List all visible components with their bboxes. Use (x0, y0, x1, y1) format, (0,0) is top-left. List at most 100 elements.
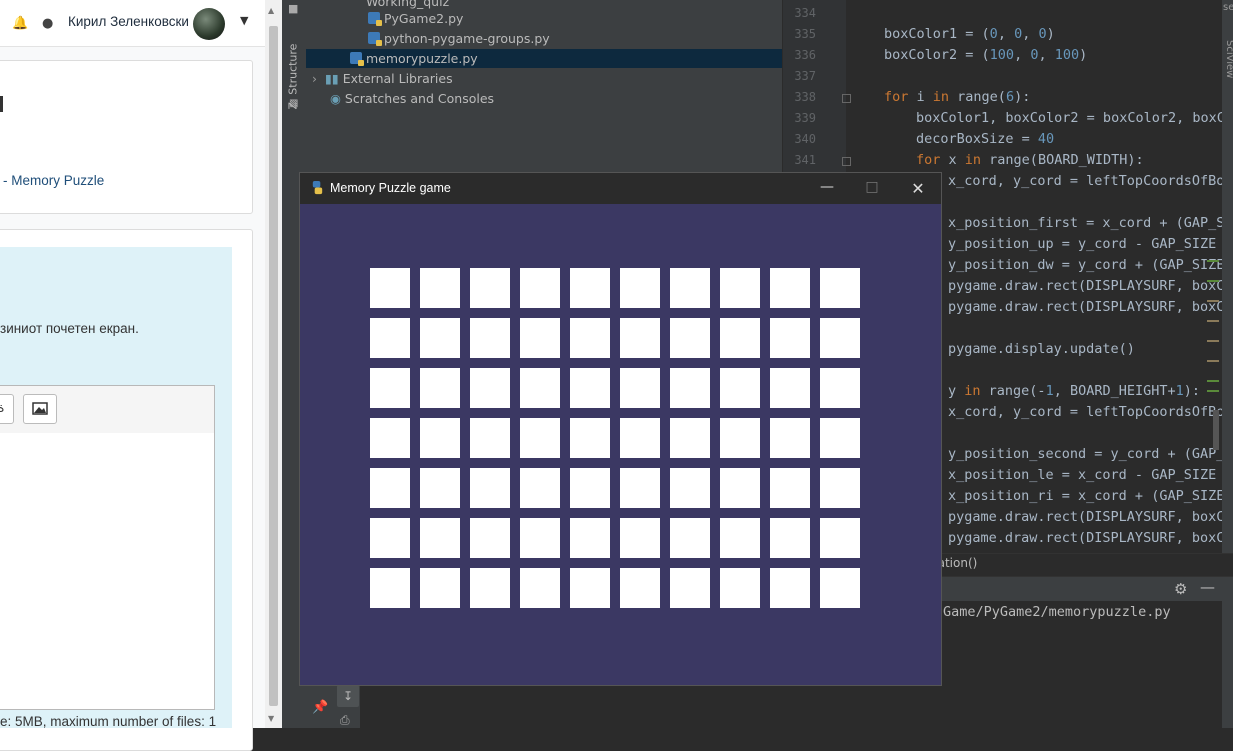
fold-marker-icon[interactable] (842, 94, 851, 103)
browser-scroll-thumb[interactable] (269, 26, 278, 706)
scroll-down-icon[interactable]: ▼ (268, 714, 274, 723)
memory-box[interactable] (420, 368, 460, 408)
scroll-to-end-icon[interactable]: ↧ (337, 685, 359, 707)
memory-box[interactable] (470, 268, 510, 308)
close-icon[interactable]: ✕ (908, 179, 928, 198)
memory-box[interactable] (570, 468, 610, 508)
memory-box[interactable] (470, 418, 510, 458)
game-board[interactable] (370, 268, 862, 610)
breadcrumb-link[interactable]: - Memory Puzzle (3, 173, 104, 188)
memory-box[interactable] (570, 418, 610, 458)
memory-box[interactable] (770, 468, 810, 508)
memory-box[interactable] (820, 318, 860, 358)
right-tab-fragment[interactable]: se (1223, 2, 1233, 13)
memory-box[interactable] (670, 368, 710, 408)
bell-icon[interactable]: 🔔 (12, 16, 28, 31)
memory-box[interactable] (470, 568, 510, 608)
text-editor-area[interactable] (0, 433, 215, 710)
memory-box[interactable] (470, 368, 510, 408)
tree-item-pygame-groups[interactable]: python-pygame-groups.py (368, 31, 550, 46)
minimize-panel-icon[interactable]: — (1200, 578, 1215, 596)
tree-item-pygame2[interactable]: PyGame2.py (368, 11, 463, 26)
user-menu-caret-icon[interactable]: ▼ (240, 14, 248, 27)
memory-box[interactable] (670, 318, 710, 358)
memory-box[interactable] (520, 318, 560, 358)
gear-icon[interactable]: ⚙ (1174, 580, 1187, 598)
maximize-icon[interactable]: □ (862, 179, 882, 195)
memory-box[interactable] (620, 518, 660, 558)
memory-box[interactable] (470, 318, 510, 358)
memory-box[interactable] (370, 318, 410, 358)
memory-box[interactable] (720, 468, 760, 508)
memory-box[interactable] (570, 268, 610, 308)
memory-box[interactable] (520, 518, 560, 558)
memory-box[interactable] (820, 368, 860, 408)
memory-box[interactable] (420, 418, 460, 458)
memory-box[interactable] (570, 568, 610, 608)
memory-box[interactable] (370, 468, 410, 508)
memory-box[interactable] (420, 268, 460, 308)
memory-box[interactable] (820, 518, 860, 558)
memory-box[interactable] (370, 568, 410, 608)
memory-box[interactable] (420, 518, 460, 558)
memory-box[interactable] (770, 568, 810, 608)
tree-item-external-libraries[interactable]: › ▮▮ External Libraries (312, 71, 453, 86)
memory-box[interactable] (770, 418, 810, 458)
avatar[interactable] (193, 8, 225, 40)
memory-box[interactable] (820, 468, 860, 508)
user-name[interactable]: Кирил Зеленковски (68, 14, 189, 29)
tree-item-working-quiz[interactable]: Working_quiz (366, 0, 449, 9)
minimize-icon[interactable]: — (817, 179, 837, 195)
memory-box[interactable] (620, 418, 660, 458)
memory-box[interactable] (820, 268, 860, 308)
memory-box[interactable] (820, 568, 860, 608)
memory-box[interactable] (420, 318, 460, 358)
memory-box[interactable] (520, 568, 560, 608)
memory-box[interactable] (620, 318, 660, 358)
toolbar-button[interactable]: ة (0, 394, 14, 424)
tree-item-memorypuzzle[interactable]: memorypuzzle.py (350, 51, 478, 66)
memory-box[interactable] (520, 418, 560, 458)
memory-box[interactable] (720, 568, 760, 608)
memory-box[interactable] (670, 468, 710, 508)
scroll-up-icon[interactable]: ▲ (268, 6, 274, 15)
memory-box[interactable] (520, 468, 560, 508)
memory-box[interactable] (620, 268, 660, 308)
memory-box[interactable] (520, 368, 560, 408)
memory-box[interactable] (720, 368, 760, 408)
fold-marker-icon[interactable] (842, 157, 851, 166)
memory-box[interactable] (770, 368, 810, 408)
memory-box[interactable] (520, 268, 560, 308)
memory-box[interactable] (670, 568, 710, 608)
chat-icon[interactable]: ● (42, 16, 53, 31)
memory-box[interactable] (370, 418, 410, 458)
memory-box[interactable] (720, 418, 760, 458)
memory-box[interactable] (720, 268, 760, 308)
memory-box[interactable] (470, 518, 510, 558)
memory-box[interactable] (370, 268, 410, 308)
memory-box[interactable] (570, 518, 610, 558)
memory-box[interactable] (420, 568, 460, 608)
memory-box[interactable] (570, 318, 610, 358)
expand-chevron-icon[interactable]: › (312, 71, 317, 86)
memory-box[interactable] (770, 318, 810, 358)
pin-icon[interactable]: 📌 (312, 700, 328, 715)
print-icon[interactable]: ⎙ (340, 713, 350, 728)
folder-icon[interactable]: ■ (288, 2, 298, 15)
memory-box[interactable] (620, 568, 660, 608)
memory-box[interactable] (720, 318, 760, 358)
memory-box[interactable] (770, 518, 810, 558)
tree-item-scratches[interactable]: ◉ Scratches and Consoles (330, 91, 494, 106)
memory-box[interactable] (770, 268, 810, 308)
memory-box[interactable] (620, 368, 660, 408)
memory-box[interactable] (570, 368, 610, 408)
memory-box[interactable] (670, 268, 710, 308)
memory-box[interactable] (370, 518, 410, 558)
memory-box[interactable] (820, 418, 860, 458)
memory-box[interactable] (620, 468, 660, 508)
sciview-tab[interactable]: SciView (1224, 40, 1233, 78)
memory-box[interactable] (370, 368, 410, 408)
memory-box[interactable] (670, 418, 710, 458)
memory-box[interactable] (670, 518, 710, 558)
memory-box[interactable] (470, 468, 510, 508)
